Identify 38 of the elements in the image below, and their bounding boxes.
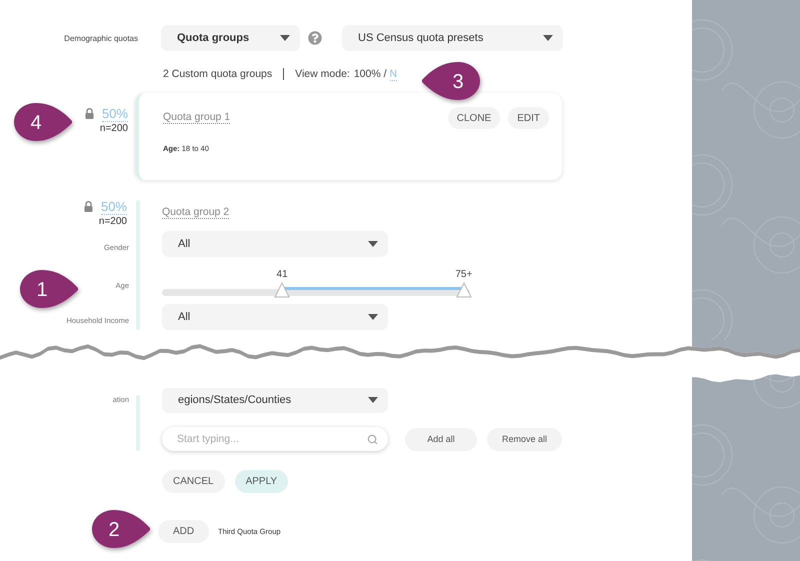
- caret-icon: [280, 35, 290, 41]
- action-button[interactable]: APPLY: [234, 470, 288, 493]
- pill-button[interactable]: Add all: [405, 428, 477, 450]
- slider-handle[interactable]: [274, 282, 290, 298]
- add-button[interactable]: ADD: [158, 520, 209, 543]
- sample-count: n=200: [100, 122, 128, 135]
- group-count-text: 2 Custom quota groups: [163, 68, 272, 80]
- help-icon[interactable]: [308, 31, 322, 45]
- slider-value: 41: [276, 269, 288, 280]
- view-mode-label: View mode:: [295, 68, 350, 80]
- card-button[interactable]: CLONE: [448, 107, 500, 129]
- step-callout: 2: [90, 508, 152, 550]
- step-callout: 4: [12, 101, 74, 143]
- sample-count: n=200: [98, 215, 127, 228]
- dropdown[interactable]: All: [162, 231, 388, 257]
- caret-icon: [368, 241, 378, 247]
- caret-icon: [543, 35, 553, 41]
- search-field[interactable]: Start typing...: [162, 427, 388, 451]
- card-button[interactable]: EDIT: [508, 107, 549, 129]
- view-mode-value: 100% /: [354, 68, 387, 80]
- lock-icon[interactable]: [84, 108, 94, 119]
- lock-icon[interactable]: [84, 201, 93, 212]
- quota-group-title[interactable]: Quota group 1: [163, 111, 230, 124]
- caret-icon: [368, 314, 378, 320]
- field-label: Demographic quotas: [63, 34, 138, 42]
- step-callout: 3: [420, 60, 482, 102]
- dropdown[interactable]: Quota groups: [161, 25, 300, 51]
- action-button[interactable]: CANCEL: [162, 470, 225, 493]
- slider-handle[interactable]: [456, 282, 472, 298]
- quota-group-title[interactable]: Quota group 2: [162, 206, 230, 219]
- pill-button[interactable]: Remove all: [487, 428, 562, 450]
- dropdown[interactable]: All: [162, 304, 388, 330]
- dropdown[interactable]: egions/States/Counties: [162, 388, 388, 412]
- caret-icon: [368, 396, 378, 402]
- dropdown[interactable]: US Census quota presets: [342, 25, 563, 51]
- slider-value: 75+: [455, 269, 472, 280]
- step-callout: 1: [18, 268, 80, 310]
- search-icon: [367, 434, 378, 445]
